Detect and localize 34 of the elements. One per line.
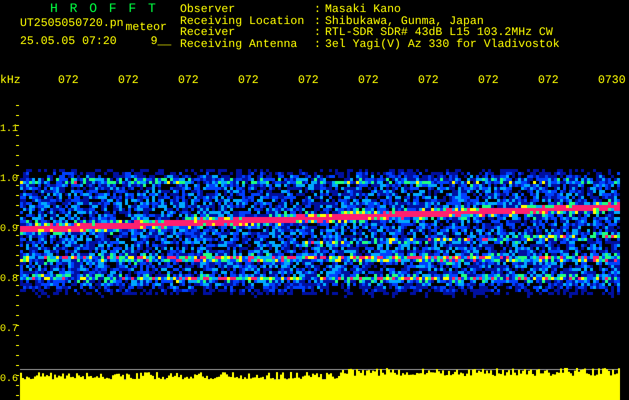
info-label: Observer: [180, 4, 236, 16]
time-label: 072: [418, 74, 440, 86]
time-label: 072: [118, 74, 140, 86]
frequency-label: 1.0: [0, 174, 18, 186]
time-label: 072: [358, 74, 380, 86]
mode-label: meteor: [126, 20, 167, 34]
info-separator: :: [314, 4, 321, 16]
time-label: 072: [238, 74, 260, 86]
frequency-label: 1.1: [0, 124, 18, 136]
info-value: Shibukawa, Gunma, Japan: [325, 16, 484, 27]
info-value: Masaki Kano: [325, 4, 401, 16]
info-value: RTL-SDR SDR# 43dB L15 103.2MHz CW: [325, 27, 553, 38]
time-label: 0730: [598, 74, 627, 86]
app-title: H R O F F T: [49, 2, 157, 16]
info-separator: :: [314, 27, 321, 38]
info-label: Receiving Antenna: [180, 38, 298, 50]
frequency-label: 0.8: [0, 274, 18, 286]
info-separator: :: [314, 16, 321, 27]
time-label: 072: [178, 74, 200, 86]
info-separator: :: [314, 38, 321, 50]
timestamp: 25.05.05 07:20: [20, 34, 117, 50]
frequency-label: 0.7: [0, 324, 18, 336]
time-label: 072: [538, 74, 560, 86]
info-label: Receiver: [180, 27, 236, 38]
time-label: 072: [58, 74, 80, 86]
info-value: 3el Yagi(V) Az 330 for Vladivostok: [325, 38, 560, 50]
info-label: Receiving Location: [180, 16, 304, 27]
unit-label: kHz: [0, 74, 22, 86]
time-label: 072: [298, 74, 320, 86]
status-code: 9__: [150, 34, 172, 50]
frequency-label: 0.6: [0, 374, 18, 386]
frequency-label: 0.9: [0, 224, 18, 236]
time-label: 072: [478, 74, 500, 86]
file-name: UT2505050720.pn: [20, 16, 124, 32]
